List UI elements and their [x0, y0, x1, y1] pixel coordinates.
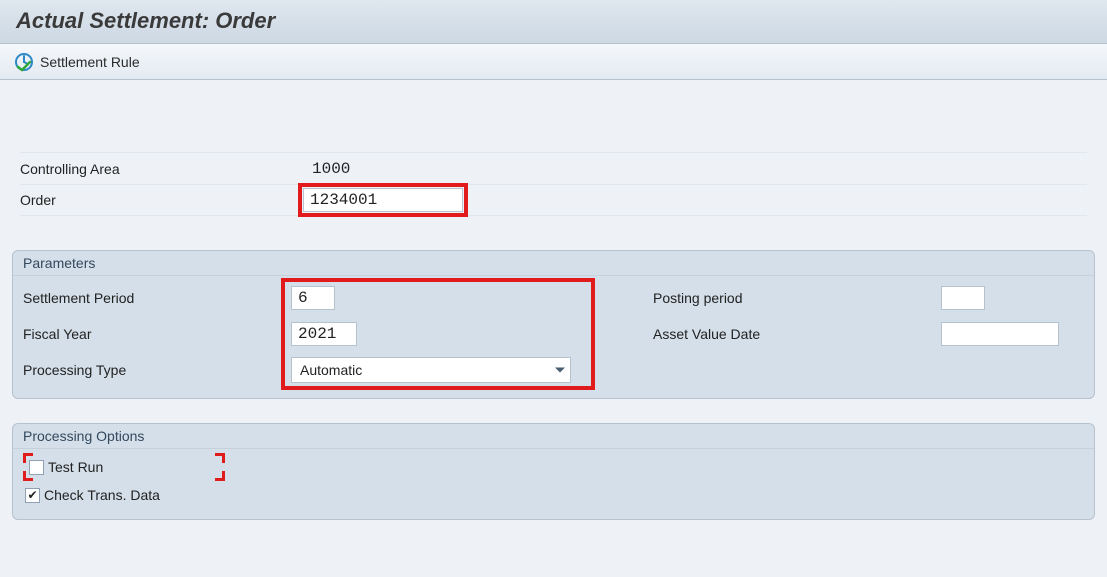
order-highlight — [298, 183, 468, 217]
posting-period-row: Posting period — [651, 280, 1086, 316]
settlement-rule-button[interactable]: Settlement Rule — [40, 54, 140, 70]
fiscal-year-label: Fiscal Year — [21, 326, 291, 342]
page-title: Actual Settlement: Order — [16, 8, 1091, 34]
processing-options-group: Processing Options Test Run ✔ Check Tran… — [12, 423, 1095, 520]
settlement-period-input[interactable] — [291, 286, 335, 310]
fiscal-year-input[interactable] — [291, 322, 357, 346]
test-run-highlight: Test Run — [25, 455, 223, 479]
title-bar: Actual Settlement: Order — [0, 0, 1107, 44]
order-row: Order — [20, 184, 1087, 216]
check-trans-data-label: Check Trans. Data — [44, 487, 160, 503]
processing-type-row: Processing Type Automatic — [21, 352, 651, 388]
settlement-rule-icon[interactable] — [14, 52, 34, 72]
parameters-group: Parameters Settlement Period Fiscal Year… — [12, 250, 1095, 399]
controlling-area-row: Controlling Area 1000 — [20, 152, 1087, 184]
processing-type-label: Processing Type — [21, 362, 291, 378]
parameters-title: Parameters — [13, 251, 1094, 276]
toolbar: Settlement Rule — [0, 44, 1107, 80]
test-run-label: Test Run — [48, 459, 103, 475]
settlement-period-label: Settlement Period — [21, 290, 291, 306]
main-area: Controlling Area 1000 Order Parameters S… — [0, 80, 1107, 532]
asset-value-date-input[interactable] — [941, 322, 1059, 346]
posting-period-input[interactable] — [941, 286, 985, 310]
processing-options-title: Processing Options — [13, 424, 1094, 449]
asset-value-date-label: Asset Value Date — [651, 326, 941, 342]
check-trans-data-checkbox[interactable]: ✔ — [25, 488, 40, 503]
settlement-period-row: Settlement Period — [21, 280, 651, 316]
fiscal-year-row: Fiscal Year — [21, 316, 651, 352]
controlling-area-label: Controlling Area — [20, 161, 298, 177]
check-trans-data-row: ✔ Check Trans. Data — [21, 481, 1086, 509]
processing-type-value: Automatic — [300, 362, 362, 378]
posting-period-label: Posting period — [651, 290, 941, 306]
order-input[interactable] — [303, 188, 463, 212]
header-fields: Controlling Area 1000 Order — [12, 92, 1095, 226]
order-label: Order — [20, 192, 298, 208]
processing-type-select[interactable]: Automatic — [291, 357, 571, 383]
test-run-row: Test Run — [21, 453, 1086, 481]
controlling-area-value: 1000 — [298, 160, 350, 178]
asset-value-date-row: Asset Value Date — [651, 316, 1086, 352]
